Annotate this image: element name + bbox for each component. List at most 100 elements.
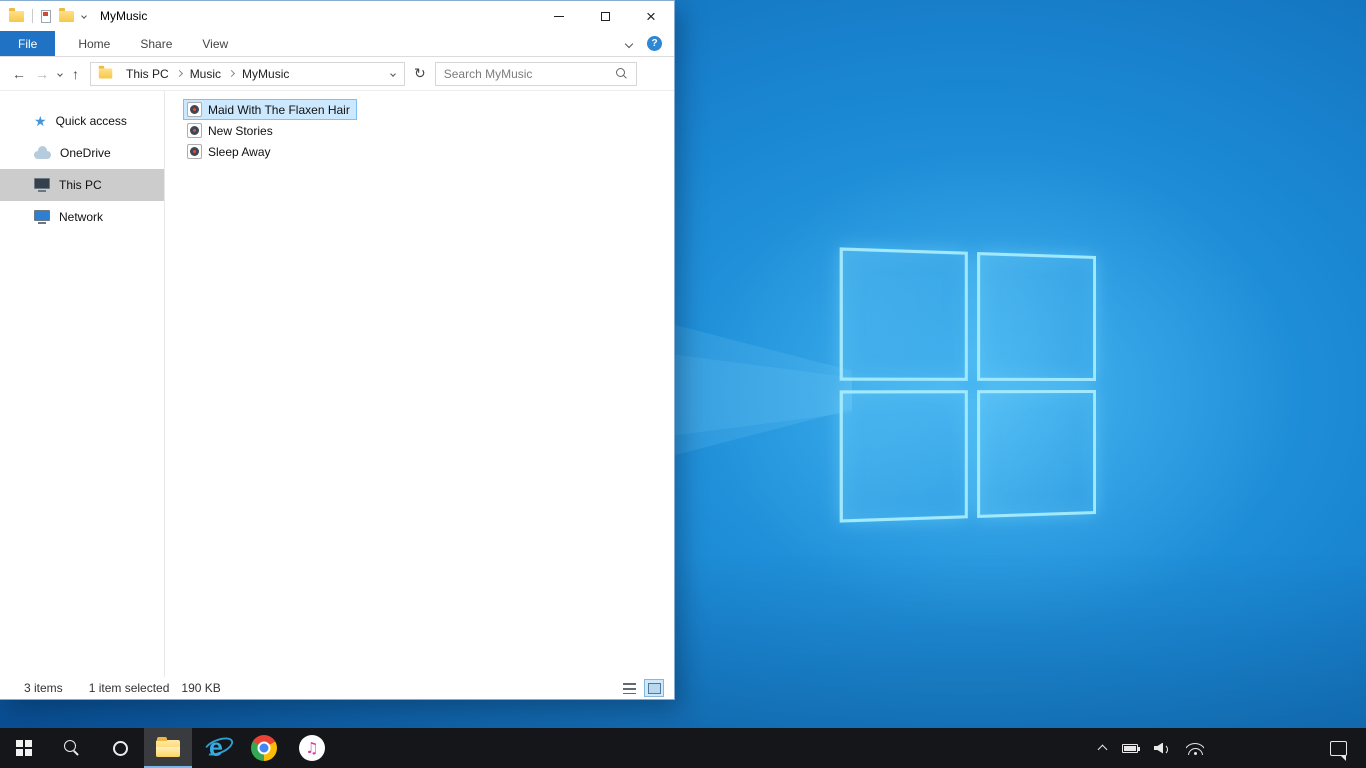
help-button[interactable]: ? [647,36,662,51]
explorer-body: ★ Quick access OneDrive This PC Network … [0,91,674,677]
window-controls: × [536,1,674,31]
search-box [434,61,637,86]
search-input[interactable] [435,62,615,85]
forward-button[interactable]: → [35,67,49,81]
sidebar-item-this-pc[interactable]: This PC [0,169,164,201]
windows-logo-pane [976,251,1096,381]
volume-icon[interactable] [1154,742,1170,755]
itunes-icon: ♫ [299,735,325,761]
start-button[interactable] [0,728,48,768]
cortana-icon [112,740,128,756]
breadcrumb-mymusic[interactable]: MyMusic [235,67,296,81]
windows-logo-pane [839,247,968,381]
breadcrumb-chevron-icon[interactable] [227,69,236,78]
maximize-icon [600,11,610,21]
taskbar-file-explorer-button[interactable] [144,728,192,768]
details-view-button[interactable] [619,679,639,697]
star-icon: ★ [34,113,47,129]
navigation-bar: ← → ↑ This PC Music MyMusic ↻ [0,57,674,91]
windows-start-icon [16,740,32,756]
taskbar: e ♫ [0,728,1366,768]
system-tray [1089,728,1366,768]
file-explorer-window: MyMusic × File Home Share View ? ← → ↑ T… [0,0,675,700]
file-explorer-icon [156,736,180,757]
breadcrumb-music[interactable]: Music [183,67,228,81]
breadcrumb-this-pc[interactable]: This PC [119,67,176,81]
taskbar-search-button[interactable] [48,728,96,768]
address-bar[interactable]: This PC Music MyMusic [90,61,405,86]
close-button[interactable]: × [628,1,674,31]
ribbon-right-controls: ? [624,31,674,56]
selection-count: 1 item selected [88,681,170,695]
quick-access-toolbar [0,7,87,23]
file-row[interactable]: New Stories [183,120,280,141]
cortana-button[interactable] [96,728,144,768]
toolbar-divider [32,9,33,23]
search-icon [63,739,81,757]
chrome-button[interactable] [240,728,288,768]
address-folder-icon [98,65,113,79]
tab-share[interactable]: Share [125,31,187,56]
network-icon [34,210,50,224]
internet-explorer-icon: e [203,735,230,762]
view-toggles [619,679,674,697]
hidden-icons-chevron-icon[interactable] [1097,744,1108,755]
navigation-pane: ★ Quick access OneDrive This PC Network [0,91,165,677]
battery-icon[interactable] [1122,743,1140,753]
close-icon: × [646,6,656,26]
customize-toolbar-chevron-icon[interactable] [81,13,87,19]
maximize-button[interactable] [582,1,628,31]
sidebar-item-label: Network [59,210,104,224]
sidebar-item-quick-access[interactable]: ★ Quick access [0,105,164,137]
file-name: Sleep Away [208,144,271,159]
file-name: Maid With The Flaxen Hair [208,102,350,117]
windows-logo-pane [976,389,1096,519]
up-button[interactable]: ↑ [72,67,79,81]
large-icons-view-button[interactable] [644,679,664,697]
back-button[interactable]: ← [12,67,26,81]
file-list: Maid With The Flaxen Hair New Stories Sl… [165,91,674,677]
window-folder-icon[interactable] [9,7,24,22]
cloud-icon [34,146,51,159]
ribbon-tab-bar: File Home Share View ? [0,31,674,57]
new-folder-icon[interactable] [59,7,74,22]
sidebar-item-network[interactable]: Network [0,201,164,233]
selection-size: 190 KB [181,681,221,695]
details-view-icon [622,682,636,694]
internet-explorer-button[interactable]: e [192,728,240,768]
minimize-icon [554,15,564,17]
file-row[interactable]: Sleep Away [183,141,278,162]
audio-file-icon [187,102,202,117]
action-center-icon [1329,740,1347,761]
expand-ribbon-chevron-icon[interactable] [624,39,634,48]
window-title: MyMusic [100,9,148,23]
windows-logo [839,247,1096,523]
sidebar-item-label: Quick access [55,114,127,128]
wallpaper-glow [590,55,1366,725]
sidebar-item-label: OneDrive [60,146,111,160]
minimize-button[interactable] [536,1,582,31]
tab-view[interactable]: View [187,31,243,56]
itunes-button[interactable]: ♫ [288,728,336,768]
action-center-button[interactable] [1318,740,1358,761]
tab-home[interactable]: Home [63,31,125,56]
file-row[interactable]: Maid With The Flaxen Hair [183,99,357,120]
breadcrumb-chevron-icon[interactable] [175,69,183,78]
items-count: 3 items [24,681,63,695]
file-name: New Stories [208,123,273,138]
network-wifi-icon[interactable] [1186,741,1204,755]
sidebar-item-onedrive[interactable]: OneDrive [0,137,164,169]
audio-file-icon [187,123,202,138]
audio-file-icon [187,144,202,159]
tab-file[interactable]: File [0,31,56,56]
chrome-icon [251,735,277,761]
sidebar-item-label: This PC [59,178,102,192]
status-bar: 3 items 1 item selected 190 KB [0,677,674,699]
tray-icons [1089,741,1214,755]
refresh-button[interactable]: ↻ [414,66,426,82]
search-icon[interactable] [615,67,628,80]
properties-icon[interactable] [41,9,51,23]
recent-locations-chevron-icon[interactable] [57,70,63,77]
titlebar: MyMusic × [0,1,674,31]
address-dropdown-chevron-icon[interactable] [390,70,404,77]
